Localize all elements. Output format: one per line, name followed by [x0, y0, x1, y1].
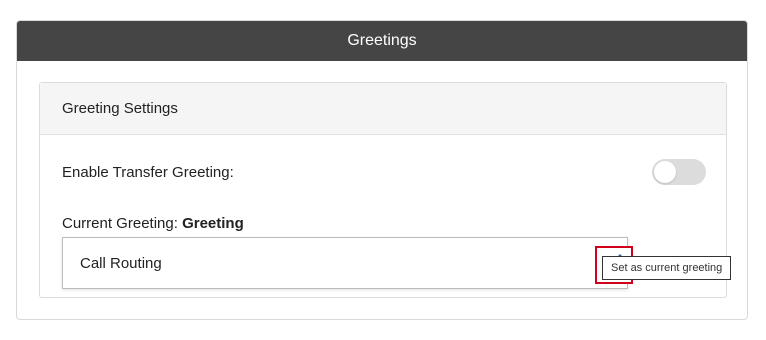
tooltip-text: Set as current greeting: [611, 262, 723, 274]
card-header: Greeting Settings: [40, 83, 726, 135]
current-greeting-row: Current Greeting: Greeting: [62, 214, 244, 234]
greeting-select-value: Call Routing: [80, 254, 162, 272]
enable-transfer-row: Enable Transfer Greeting:: [62, 159, 706, 185]
card-title: Greeting Settings: [62, 100, 178, 117]
toggle-knob: [654, 161, 676, 183]
greeting-select[interactable]: Call Routing: [62, 237, 633, 289]
set-current-greeting-tooltip: Set as current greeting: [602, 256, 732, 280]
enable-transfer-toggle[interactable]: [652, 159, 706, 185]
panel-header: Greetings: [17, 21, 747, 61]
panel-title: Greetings: [347, 32, 417, 49]
enable-transfer-label: Enable Transfer Greeting:: [62, 163, 234, 181]
current-greeting-value: Greeting: [182, 215, 244, 232]
current-greeting-label: Current Greeting:: [62, 215, 178, 232]
